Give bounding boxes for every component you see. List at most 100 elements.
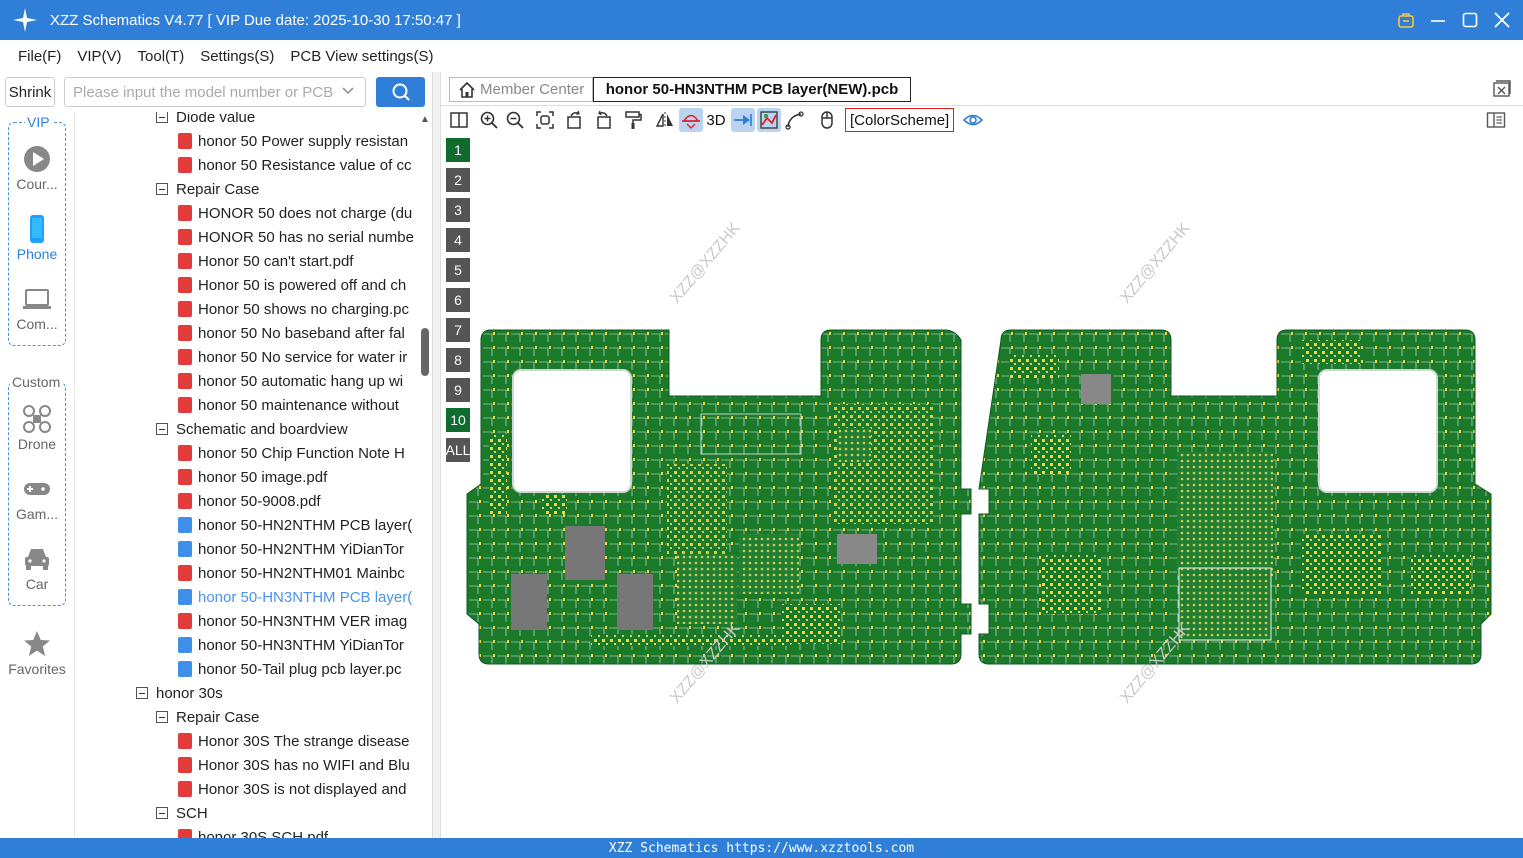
tree-file[interactable]: Honor 30S The strange disease xyxy=(178,729,419,753)
tree-folder[interactable]: Repair Case xyxy=(156,705,419,729)
visibility-button[interactable] xyxy=(961,108,985,132)
scrollbar-thumb[interactable] xyxy=(421,328,429,376)
menu-file[interactable]: File(F) xyxy=(18,48,61,65)
collapse-toggle-icon[interactable] xyxy=(156,183,168,195)
tree-folder[interactable]: honor 30s xyxy=(136,681,419,705)
chevron-down-icon[interactable] xyxy=(341,84,355,98)
layer-button[interactable]: 3 xyxy=(446,198,470,222)
menu-vip[interactable]: VIP(V) xyxy=(77,48,121,65)
layer-button[interactable]: 10 xyxy=(446,408,470,432)
pdf-file-icon xyxy=(178,613,192,629)
tree-file[interactable]: honor 50-HN3NTHM YiDianTor xyxy=(178,633,419,657)
tree-file[interactable]: honor 50 No service for water ir xyxy=(178,345,419,369)
layer-button[interactable]: 4 xyxy=(446,228,470,252)
scroll-up-icon[interactable]: ▲ xyxy=(420,114,430,125)
tree-folder[interactable]: Schematic and boardview xyxy=(156,417,419,441)
hat-probe-icon xyxy=(682,114,700,129)
tree-file[interactable]: honor 50-Tail plug pcb layer.pc xyxy=(178,657,419,681)
tree-file[interactable]: honor 50-HN3NTHM PCB layer( xyxy=(178,585,419,609)
layer-button[interactable]: 1 xyxy=(446,138,470,162)
3d-view-button[interactable]: 3D xyxy=(703,108,729,132)
zoom-in-button[interactable] xyxy=(477,108,501,132)
tree-file[interactable]: honor 50 Chip Function Note H xyxy=(178,441,419,465)
category-courses[interactable]: Cour... xyxy=(0,144,74,192)
tree-file[interactable]: honor 50-9008.pdf xyxy=(178,489,419,513)
layer-button[interactable]: 7 xyxy=(446,318,470,342)
category-car[interactable]: Car xyxy=(0,544,74,592)
tree-folder[interactable]: Repair Case xyxy=(156,177,419,201)
side-panel-button[interactable] xyxy=(1484,108,1508,132)
close-tab-icon[interactable] xyxy=(1493,80,1511,98)
tree-file[interactable]: honor 50-HN3NTHM VER imag xyxy=(178,609,419,633)
tree-file[interactable]: honor 50 image.pdf xyxy=(178,465,419,489)
tree-file[interactable]: Honor 50 shows no charging.pc xyxy=(178,297,419,321)
tree-file[interactable]: Honor 50 is powered off and ch xyxy=(178,273,419,297)
collapse-toggle-icon[interactable] xyxy=(156,807,168,819)
draw-line-button[interactable] xyxy=(783,108,807,132)
tree-file[interactable]: honor 50 No baseband after fal xyxy=(178,321,419,345)
maximize-button[interactable] xyxy=(1459,9,1481,31)
panel-divider[interactable] xyxy=(432,72,441,838)
tree-file[interactable]: honor 30S SCH.pdf xyxy=(178,825,419,838)
category-drone[interactable]: Drone xyxy=(0,404,74,452)
menu-settings[interactable]: Settings(S) xyxy=(200,48,274,65)
tab-pcb-file[interactable]: honor 50-HN3NTHM PCB layer(NEW).pcb xyxy=(593,77,911,102)
menu-pcb-view-settings[interactable]: PCB View settings(S) xyxy=(290,48,433,65)
layer-button[interactable]: 5 xyxy=(446,258,470,282)
layer-button[interactable]: 8 xyxy=(446,348,470,372)
tree-file[interactable]: honor 50-HN2NTHM01 Mainbc xyxy=(178,561,419,585)
close-button[interactable] xyxy=(1491,9,1513,31)
rotate-left-button[interactable] xyxy=(563,108,587,132)
category-game[interactable]: Gam... xyxy=(0,474,74,522)
layer-button[interactable]: 6 xyxy=(446,288,470,312)
tree-file[interactable]: HONOR 50 has no serial numbe xyxy=(178,225,419,249)
pin-arrow-icon xyxy=(734,114,752,126)
tree-file[interactable]: honor 50 Power supply resistan xyxy=(178,129,419,153)
tree-folder[interactable]: SCH xyxy=(156,801,419,825)
zoom-in-icon xyxy=(480,111,498,129)
tree-file[interactable]: honor 50 maintenance without xyxy=(178,393,419,417)
mouse-mode-button[interactable] xyxy=(815,108,839,132)
tree-scrollbar[interactable]: ▲ xyxy=(418,112,432,838)
tab-member-center[interactable]: Member Center xyxy=(449,77,594,102)
tree-file[interactable]: HONOR 50 does not charge (du xyxy=(178,201,419,225)
category-phone[interactable]: Phone xyxy=(0,214,74,262)
tree-file[interactable]: honor 50 Resistance value of cc xyxy=(178,153,419,177)
layer-button[interactable]: 9 xyxy=(446,378,470,402)
menu-tool[interactable]: Tool(T) xyxy=(138,48,185,65)
paint-button[interactable] xyxy=(621,108,645,132)
trace-highlight-button[interactable] xyxy=(757,108,781,132)
search-button[interactable] xyxy=(376,77,425,107)
tree-file[interactable]: honor 50-HN2NTHM YiDianTor xyxy=(178,537,419,561)
shrink-button[interactable]: Shrink xyxy=(5,77,55,107)
tree-file[interactable]: Honor 30S is not displayed and xyxy=(178,777,419,801)
search-input[interactable]: Please input the model number or PCB xyxy=(64,77,366,107)
zoom-out-button[interactable] xyxy=(503,108,527,132)
tree-file[interactable]: honor 50 automatic hang up wi xyxy=(178,369,419,393)
layer-button[interactable]: ALL xyxy=(446,438,470,462)
collapse-toggle-icon[interactable] xyxy=(156,711,168,723)
split-view-button[interactable] xyxy=(447,108,471,132)
vip-bag-icon[interactable] xyxy=(1395,9,1417,31)
pin-mode-button[interactable] xyxy=(731,108,755,132)
tree-folder[interactable]: Diode value xyxy=(156,112,419,129)
collapse-toggle-icon[interactable] xyxy=(156,112,168,123)
tree-file[interactable]: honor 50-HN2NTHM PCB layer( xyxy=(178,513,419,537)
tree-label: Honor 50 can't start.pdf xyxy=(198,252,354,270)
category-favorites[interactable]: Favorites xyxy=(0,629,74,677)
collapse-toggle-icon[interactable] xyxy=(156,423,168,435)
pcb-canvas[interactable]: XZZ@XZZHK XZZ@XZZHK XZZ@XZZHK XZZ@XZZHK xyxy=(441,134,1523,838)
category-computer[interactable]: Com... xyxy=(0,284,74,332)
tree-file[interactable]: Honor 30S has no WIFI and Blu xyxy=(178,753,419,777)
minimize-button[interactable] xyxy=(1427,9,1449,31)
show-net-button[interactable] xyxy=(679,108,703,132)
fit-view-button[interactable] xyxy=(533,108,557,132)
layer-button[interactable]: 2 xyxy=(446,168,470,192)
pdf-file-icon xyxy=(178,253,192,269)
tree-file[interactable]: Honor 50 can't start.pdf xyxy=(178,249,419,273)
mirror-button[interactable] xyxy=(653,108,677,132)
rotate-right-button[interactable] xyxy=(591,108,615,132)
collapse-toggle-icon[interactable] xyxy=(136,687,148,699)
pcb-board-view[interactable]: XZZ@XZZHK XZZ@XZZHK XZZ@XZZHK XZZ@XZZHK xyxy=(441,134,1523,838)
color-scheme-button[interactable]: [ColorScheme] xyxy=(845,108,955,132)
